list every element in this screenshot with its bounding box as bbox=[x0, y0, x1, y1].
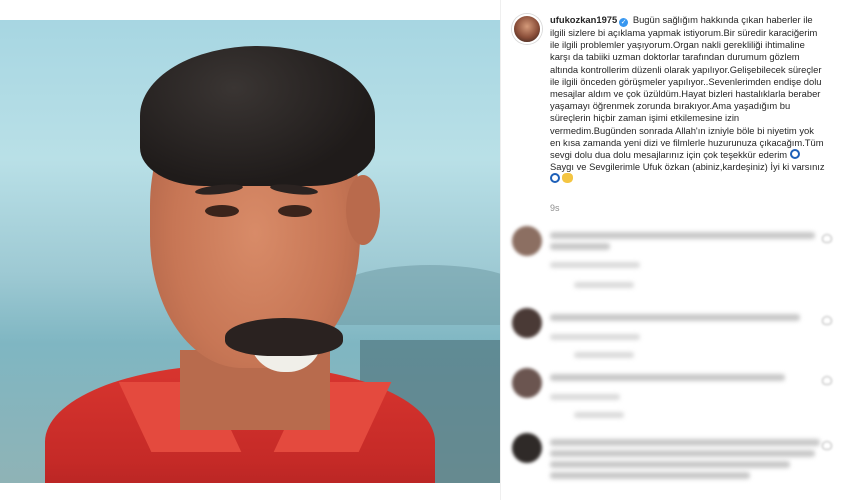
comment-text-blurred bbox=[550, 439, 820, 446]
like-heart-icon[interactable] bbox=[822, 441, 832, 450]
blue-eye-icon bbox=[789, 149, 800, 160]
comment-row[interactable] bbox=[512, 226, 832, 288]
reply-link-blurred[interactable] bbox=[574, 412, 624, 418]
comment-text-blurred bbox=[550, 472, 750, 479]
author-username[interactable]: ufukozkan1975 bbox=[550, 14, 617, 25]
comment-text-blurred bbox=[550, 374, 785, 381]
like-heart-icon[interactable] bbox=[822, 376, 832, 385]
raised-hands-icon bbox=[562, 173, 573, 184]
comment-text-blurred bbox=[550, 243, 610, 250]
reply-link-blurred[interactable] bbox=[574, 352, 634, 358]
caption-text: ufukozkan1975 ✓ Bugün sağlığım hakkında ç… bbox=[550, 14, 832, 186]
left-eye bbox=[205, 205, 239, 217]
comment-meta-blurred bbox=[550, 334, 640, 340]
comment-row[interactable] bbox=[512, 433, 832, 483]
post-timestamp[interactable]: 9s bbox=[550, 203, 560, 213]
verified-badge-icon: ✓ bbox=[619, 18, 629, 27]
commenter-avatar[interactable] bbox=[512, 368, 542, 398]
comment-meta-blurred bbox=[550, 394, 620, 400]
comment-text-blurred bbox=[550, 314, 800, 321]
author-avatar[interactable] bbox=[512, 14, 542, 44]
post-caption: ufukozkan1975 ✓ Bugün sağlığım hakkında ç… bbox=[512, 14, 832, 186]
right-eye bbox=[278, 205, 312, 217]
ear bbox=[346, 175, 380, 245]
mustache bbox=[225, 318, 343, 356]
comment-meta-blurred bbox=[550, 262, 640, 268]
comment-row[interactable] bbox=[512, 368, 832, 418]
hair bbox=[140, 46, 375, 186]
commenter-avatar[interactable] bbox=[512, 226, 542, 256]
reply-link-blurred[interactable] bbox=[574, 282, 634, 288]
comment-text-blurred bbox=[550, 450, 815, 457]
comment-text-blurred bbox=[550, 461, 790, 468]
caption-body: Bugün sağlığım hakkında çıkan haberler i… bbox=[550, 14, 824, 161]
media-panel bbox=[0, 0, 500, 500]
like-heart-icon[interactable] bbox=[822, 316, 832, 325]
commenter-avatar[interactable] bbox=[512, 433, 542, 463]
comment-text-blurred bbox=[550, 232, 815, 239]
blue-eye-icon bbox=[550, 173, 560, 184]
commenter-avatar[interactable] bbox=[512, 308, 542, 338]
post-photo[interactable] bbox=[0, 20, 500, 483]
comment-row[interactable] bbox=[512, 308, 832, 358]
caption-signoff: Saygı ve Sevgilerimle Ufuk özkan (abiniz… bbox=[550, 161, 825, 173]
like-heart-icon[interactable] bbox=[822, 234, 832, 243]
